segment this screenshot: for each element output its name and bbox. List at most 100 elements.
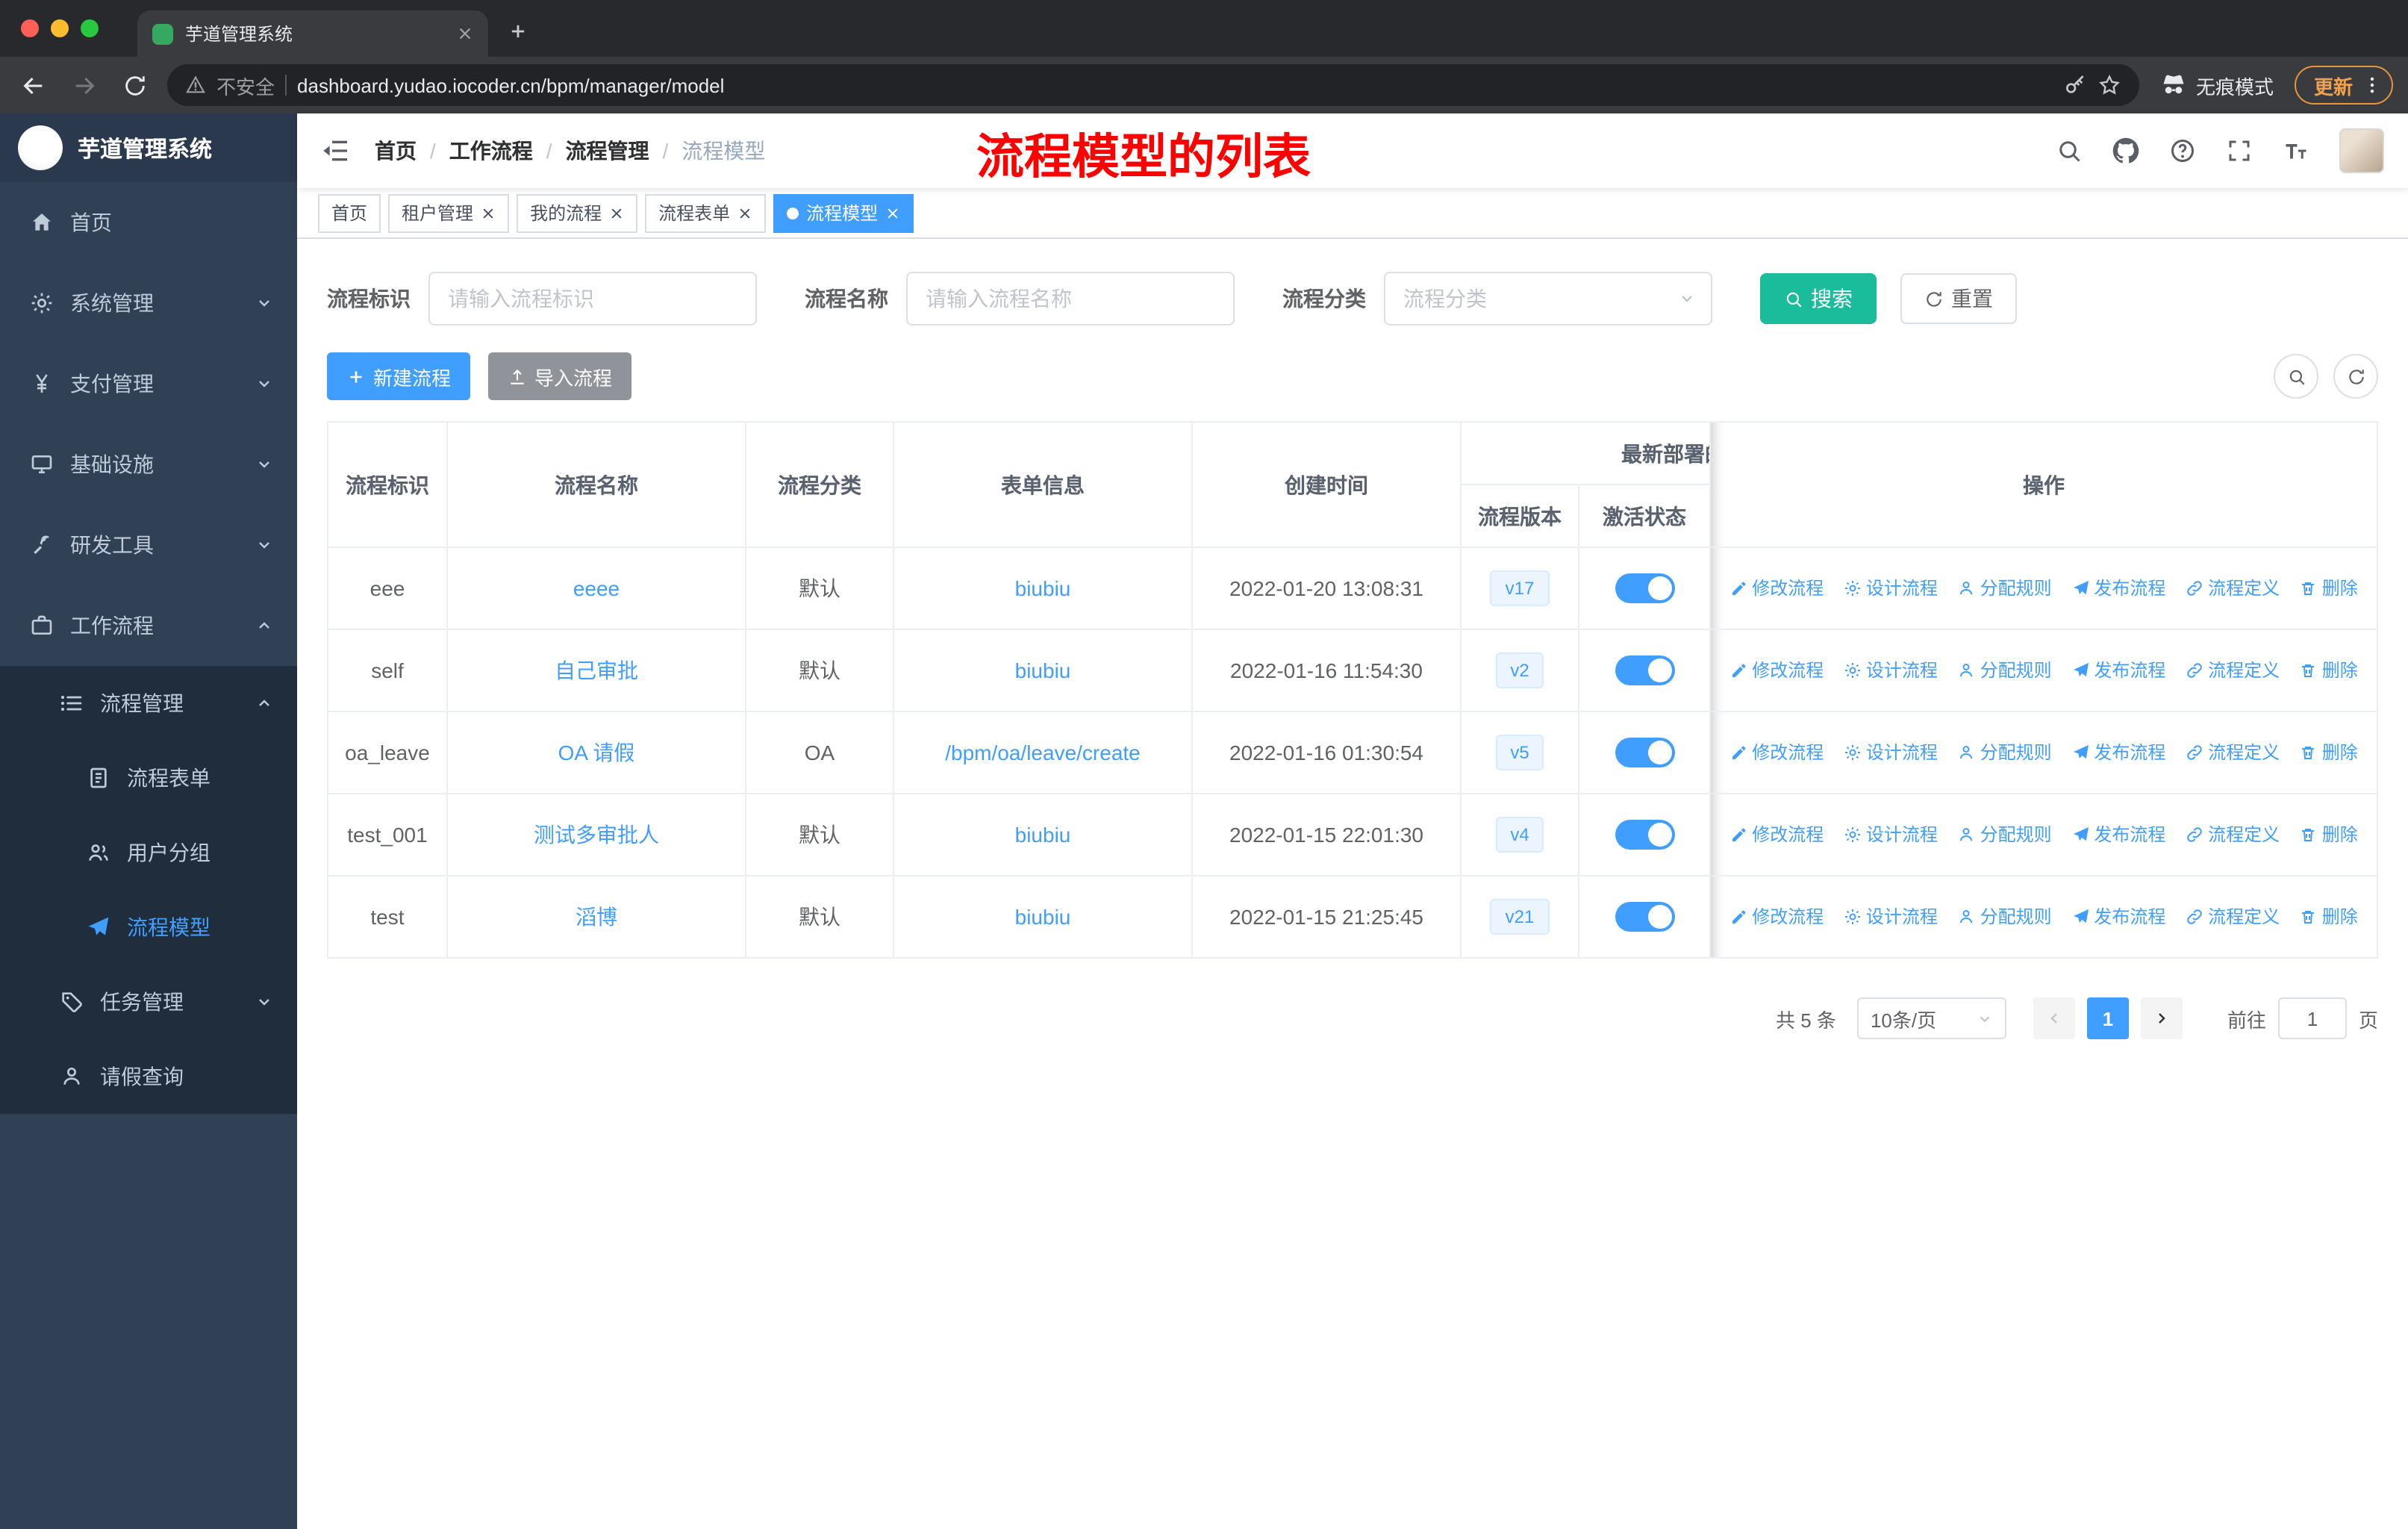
modify-process-link[interactable]: 修改流程	[1729, 658, 1824, 683]
help-icon[interactable]	[2169, 137, 2196, 164]
form-info-link[interactable]: biubiu	[1015, 658, 1071, 682]
browser-menu-icon[interactable]	[2362, 75, 2383, 96]
modify-process-link[interactable]: 修改流程	[1729, 740, 1824, 765]
modify-process-link[interactable]: 修改流程	[1729, 904, 1824, 929]
active-status-toggle[interactable]	[1615, 655, 1674, 685]
modify-process-link[interactable]: 修改流程	[1729, 822, 1824, 847]
active-status-toggle[interactable]	[1615, 573, 1674, 603]
forward-button[interactable]	[66, 67, 102, 103]
sidebar-item-workflow[interactable]: 工作流程	[0, 585, 297, 666]
form-info-link[interactable]: biubiu	[1015, 905, 1071, 929]
sidebar-item-process-form[interactable]: 流程表单	[0, 741, 297, 815]
process-category-select[interactable]: 流程分类	[1384, 272, 1712, 326]
tag-process-form[interactable]: 流程表单	[645, 193, 767, 232]
prev-page-button[interactable]	[2033, 997, 2075, 1039]
sidebar-item-home[interactable]: 首页	[0, 182, 297, 263]
delete-process-link[interactable]: 删除	[2300, 576, 2358, 601]
form-info-link[interactable]: /bpm/oa/leave/create	[945, 741, 1141, 764]
tab-close-icon[interactable]	[457, 25, 473, 42]
sidebar-toggle-icon[interactable]	[321, 136, 351, 166]
tag-close-icon[interactable]	[737, 205, 752, 220]
tag-home[interactable]: 首页	[318, 193, 381, 232]
address-bar[interactable]: 不安全 dashboard.yudao.iocoder.cn/bpm/manag…	[167, 64, 2139, 106]
font-size-icon[interactable]	[2283, 137, 2309, 164]
tag-tenant-mgmt[interactable]: 租户管理	[388, 193, 510, 232]
new-tab-button[interactable]	[497, 10, 539, 52]
design-process-link[interactable]: 设计流程	[1844, 822, 1938, 847]
process-definition-link[interactable]: 流程定义	[2186, 904, 2280, 929]
process-name-link[interactable]: 测试多审批人	[534, 823, 659, 847]
active-status-toggle[interactable]	[1615, 820, 1674, 850]
form-info-link[interactable]: biubiu	[1015, 823, 1071, 847]
tag-process-model[interactable]: 流程模型	[773, 193, 914, 232]
process-id-input[interactable]	[428, 272, 757, 326]
design-process-link[interactable]: 设计流程	[1844, 904, 1938, 929]
assign-rule-link[interactable]: 分配规则	[1958, 822, 2052, 847]
design-process-link[interactable]: 设计流程	[1844, 576, 1938, 601]
sidebar-item-dev-tools[interactable]: 研发工具	[0, 505, 297, 585]
reset-button[interactable]: 重置	[1900, 273, 2017, 324]
design-process-link[interactable]: 设计流程	[1844, 740, 1938, 765]
toggle-search-button[interactable]	[2274, 354, 2318, 399]
active-status-toggle[interactable]	[1615, 902, 1674, 932]
breadcrumb-home[interactable]: 首页	[375, 136, 417, 166]
assign-rule-link[interactable]: 分配规则	[1958, 658, 2052, 683]
process-name-input[interactable]	[906, 272, 1235, 326]
tag-close-icon[interactable]	[481, 205, 496, 220]
assign-rule-link[interactable]: 分配规则	[1958, 576, 2052, 601]
process-name-link[interactable]: 滔博	[576, 905, 617, 929]
window-close-button[interactable]	[21, 19, 39, 37]
reload-button[interactable]	[116, 67, 152, 103]
delete-process-link[interactable]: 删除	[2300, 740, 2358, 765]
github-icon[interactable]	[2112, 137, 2139, 164]
publish-process-link[interactable]: 发布流程	[2071, 658, 2165, 683]
assign-rule-link[interactable]: 分配规则	[1958, 904, 2052, 929]
process-definition-link[interactable]: 流程定义	[2186, 822, 2280, 847]
sidebar-item-task-mgmt[interactable]: 任务管理	[0, 965, 297, 1039]
sidebar-item-leave-query[interactable]: 请假查询	[0, 1039, 297, 1114]
goto-page-input[interactable]	[2277, 997, 2347, 1039]
publish-process-link[interactable]: 发布流程	[2071, 904, 2165, 929]
breadcrumb-process-mgmt[interactable]: 流程管理	[566, 136, 649, 166]
sidebar-item-process-mgmt[interactable]: 流程管理	[0, 666, 297, 741]
next-page-button[interactable]	[2140, 997, 2183, 1039]
process-definition-link[interactable]: 流程定义	[2186, 576, 2280, 601]
tag-my-process[interactable]: 我的流程	[517, 193, 638, 232]
delete-process-link[interactable]: 删除	[2300, 822, 2358, 847]
active-status-toggle[interactable]	[1615, 738, 1674, 767]
sidebar-item-process-model[interactable]: 流程模型	[0, 890, 297, 965]
publish-process-link[interactable]: 发布流程	[2071, 576, 2165, 601]
form-info-link[interactable]: biubiu	[1015, 576, 1071, 600]
window-minimize-button[interactable]	[51, 19, 69, 37]
window-zoom-button[interactable]	[81, 19, 99, 37]
bookmark-star-icon[interactable]	[2097, 73, 2121, 97]
design-process-link[interactable]: 设计流程	[1844, 658, 1938, 683]
current-page-button[interactable]: 1	[2086, 997, 2129, 1039]
user-avatar[interactable]	[2339, 128, 2384, 173]
back-button[interactable]	[15, 67, 51, 103]
process-definition-link[interactable]: 流程定义	[2186, 740, 2280, 765]
tag-close-icon[interactable]	[885, 205, 900, 220]
sidebar-item-user-group[interactable]: 用户分组	[0, 815, 297, 890]
process-definition-link[interactable]: 流程定义	[2186, 658, 2280, 683]
create-process-button[interactable]: 新建流程	[327, 352, 471, 400]
page-size-select[interactable]: 10条/页	[1856, 997, 2006, 1039]
tag-close-icon[interactable]	[609, 205, 624, 220]
sidebar-item-payment-mgmt[interactable]: 支付管理	[0, 343, 297, 424]
process-name-link[interactable]: OA 请假	[558, 741, 635, 764]
refresh-table-button[interactable]	[2333, 354, 2378, 399]
search-icon[interactable]	[2056, 137, 2083, 164]
process-name-link[interactable]: eeee	[573, 576, 620, 600]
search-button[interactable]: 搜索	[1760, 273, 1877, 324]
breadcrumb-workflow[interactable]: 工作流程	[449, 136, 533, 166]
delete-process-link[interactable]: 删除	[2300, 904, 2358, 929]
publish-process-link[interactable]: 发布流程	[2071, 822, 2165, 847]
browser-tab[interactable]: 芋道管理系统	[137, 10, 488, 57]
process-name-link[interactable]: 自己审批	[555, 658, 638, 682]
import-process-button[interactable]: 导入流程	[488, 352, 632, 400]
assign-rule-link[interactable]: 分配规则	[1958, 740, 2052, 765]
modify-process-link[interactable]: 修改流程	[1729, 576, 1824, 601]
sidebar-item-infrastructure[interactable]: 基础设施	[0, 424, 297, 505]
password-key-icon[interactable]	[2063, 73, 2087, 97]
sidebar-item-system-mgmt[interactable]: 系统管理	[0, 263, 297, 343]
